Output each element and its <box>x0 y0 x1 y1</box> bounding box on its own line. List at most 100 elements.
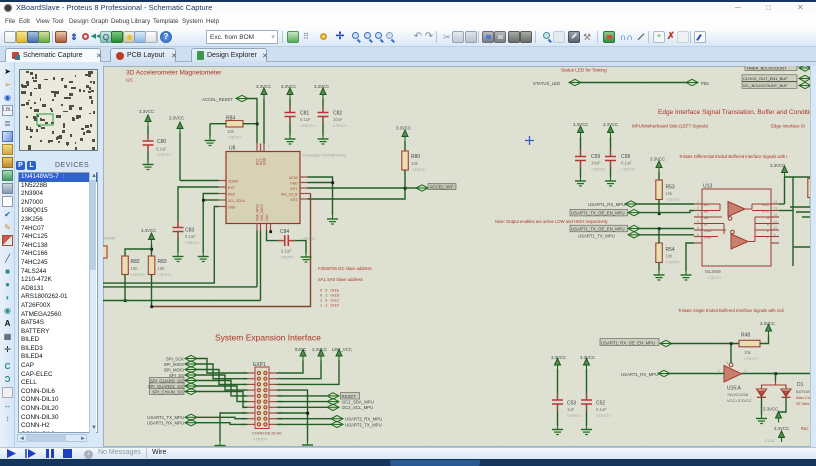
svg-text:3: 3 <box>726 361 728 365</box>
svg-text:<TEXT>: <TEXT> <box>412 167 427 172</box>
svg-text:10K: 10K <box>158 266 166 271</box>
svg-text:CLOCK_OUT_EN1_BUF: CLOCK_OUT_EN1_BUF <box>743 76 788 81</box>
svg-text:USART1_RX_OE_EN_MPU: USART1_RX_OE_EN_MPU <box>601 340 655 345</box>
svg-text:Tristate Differential Ended Bu: Tristate Differential Ended Buffered Int… <box>679 154 787 159</box>
svg-text:C59: C59 <box>591 154 600 160</box>
svg-text:0.1uF: 0.1uF <box>621 161 632 166</box>
svg-text:3.3VCC: 3.3VCC <box>551 355 566 360</box>
svg-text:0 1 0x1D: 0 1 0x1D <box>320 294 340 298</box>
svg-text:Tristate Single Ended Buffered: Tristate Single Ended Buffered Interface… <box>678 308 784 313</box>
svg-text:ISL3049: ISL3049 <box>705 269 721 274</box>
svg-text:C80: C80 <box>157 139 166 145</box>
svg-text:GND: GND <box>228 205 236 209</box>
svg-text:RE: RE <box>704 209 709 213</box>
svg-text:74LVC125A: 74LVC125A <box>727 392 749 397</box>
svg-text:SPI_SS: SPI_SS <box>169 373 184 378</box>
svg-text:RESET: RESET <box>342 394 357 399</box>
svg-text:USART1_RX_MPU: USART1_RX_MPU <box>588 202 625 207</box>
svg-text:USART1_TX_OE_EN_MPU: USART1_TX_OE_EN_MPU <box>571 227 625 232</box>
svg-text:3D Accelerometer Magnetometer: 3D Accelerometer Magnetometer <box>126 70 222 77</box>
svg-text:I2C: I2C <box>126 78 134 83</box>
svg-text:USART2_TX_MPU: USART2_TX_MPU <box>345 422 382 427</box>
svg-text:0.1uF: 0.1uF <box>300 117 311 122</box>
svg-text:<TEXT>: <TEXT> <box>280 255 295 260</box>
svg-text:3.3VCC: 3.3VCC <box>314 84 329 89</box>
svg-text:<TEXT>: <TEXT> <box>591 167 606 172</box>
svg-text:<TEXT>: <TEXT> <box>301 236 316 241</box>
svg-text:ST Micr: ST Micr <box>796 401 810 406</box>
svg-text:3.3VCC: 3.3VCC <box>312 347 327 352</box>
svg-text:USART2_RX_MPU: USART2_RX_MPU <box>345 417 382 422</box>
svg-text:SDA_MISO: SDA_MISO <box>256 204 260 221</box>
svg-text:R80: R80 <box>411 154 420 160</box>
svg-text:VDD: VDD <box>262 157 266 165</box>
svg-text:C81: C81 <box>300 111 309 117</box>
svg-text:F3038700 I2C slave address: F3038700 I2C slave address <box>318 266 372 271</box>
svg-text:3.3VCC: 3.3VCC <box>139 109 154 114</box>
svg-text:Z: Z <box>767 229 769 233</box>
svg-text:3.3VCC: 3.3VCC <box>169 116 184 121</box>
svg-text:1 0 0x1C: 1 0 0x1C <box>320 299 340 303</box>
svg-text:GND: GND <box>704 229 712 233</box>
svg-text:TIMER_BCLK/COUNT: TIMER_BCLK/COUNT <box>746 66 787 71</box>
svg-text:U15:A: U15:A <box>727 386 742 392</box>
svg-text:DI: DI <box>704 222 707 226</box>
svg-text:Note: Output enables are activ: Note: Output enables are active LOW and … <box>495 219 609 224</box>
svg-text:<TEXT>: <TEXT> <box>744 356 759 361</box>
svg-text:0.1uF: 0.1uF <box>156 147 167 152</box>
svg-text:C145: C145 <box>765 438 774 443</box>
svg-text:D1: D1 <box>797 382 804 388</box>
svg-text:<TEXT>: <TEXT> <box>666 260 681 265</box>
svg-text:<TEXT>: <TEXT> <box>567 413 582 418</box>
svg-text:BAT54S: BAT54S <box>796 389 811 394</box>
svg-text:GND: GND <box>290 181 298 185</box>
svg-text:0.1uF: 0.1uF <box>185 234 196 239</box>
svg-text:CONN-DIL20 A0: CONN-DIL20 A0 <box>252 431 282 436</box>
svg-text:<TEXT>: <TEXT> <box>227 135 242 140</box>
svg-text:1N4148W: 1N4148W <box>103 236 116 241</box>
svg-text:VCC: VCC <box>762 203 770 207</box>
svg-text:VCC=3.3VCC: VCC=3.3VCC <box>727 398 752 403</box>
svg-text:C58: C58 <box>621 154 630 160</box>
svg-text:1 1 0x1F: 1 1 0x1F <box>320 304 340 308</box>
svg-text:1uF: 1uF <box>567 407 575 412</box>
svg-text:10k: 10k <box>744 350 752 355</box>
svg-text:STATUS_LED: STATUS_LED <box>533 81 560 86</box>
svg-text:R48: R48 <box>741 333 750 339</box>
svg-text:R83: R83 <box>158 259 167 265</box>
svg-text:3.3VCC: 3.3VCC <box>770 163 785 168</box>
svg-text:LED_VCC: LED_VCC <box>332 347 352 352</box>
svg-text:R54: R54 <box>666 247 675 253</box>
svg-text:3.3VCC: 3.3VCC <box>763 407 778 412</box>
svg-text:10k: 10k <box>666 191 674 196</box>
svg-text:U8: U8 <box>229 146 236 152</box>
svg-text:7: 7 <box>268 145 270 149</box>
svg-text:DE: DE <box>704 216 709 220</box>
svg-text:GND: GND <box>704 235 712 239</box>
svg-text:SCL_SDLA: SCL_SDLA <box>228 199 246 203</box>
svg-text:INT2: INT2 <box>290 198 297 202</box>
svg-text:<TEXT>: <TEXT> <box>300 123 315 128</box>
svg-text:<TEXT>: <TEXT> <box>666 197 681 202</box>
svg-text:3.3VCC: 3.3VCC <box>760 321 775 326</box>
svg-text:System Expansion Interface: System Expansion Interface <box>215 333 321 343</box>
svg-text:ACCEL_INT: ACCEL_INT <box>430 184 454 189</box>
svg-text:3.3VCC: 3.3VCC <box>281 84 296 89</box>
svg-text:SA1 SA0 Slave address: SA1 SA0 Slave address <box>318 277 363 282</box>
svg-text:0.1uF: 0.1uF <box>596 407 607 412</box>
svg-text:RED: RED <box>228 192 236 196</box>
svg-text:NC02: NC02 <box>289 176 298 180</box>
svg-text:VDDIO: VDDIO <box>228 179 239 183</box>
svg-text:Edge Interface Signal Translat: Edge Interface Signal Translation, Buffe… <box>658 109 816 116</box>
svg-text:SPI_SCK: SPI_SCK <box>166 356 184 361</box>
svg-text:USART1_TX_OE_EN_MPU: USART1_TX_OE_EN_MPU <box>571 211 625 216</box>
svg-text:Edge Interface Si: Edge Interface Si <box>771 124 805 129</box>
svg-text:C83: C83 <box>185 228 194 234</box>
svg-text:0.1uF: 0.1uF <box>281 249 292 254</box>
svg-text:1: 1 <box>718 369 720 373</box>
svg-text:I2C2_SCL_MPU: I2C2_SCL_MPU <box>342 405 374 410</box>
svg-text:10k: 10k <box>666 254 674 259</box>
svg-text:<TEXT>: <TEXT> <box>333 123 348 128</box>
svg-text:SA1_CS_B: SA1_CS_B <box>281 192 298 196</box>
svg-text:INT1: INT1 <box>290 187 297 191</box>
